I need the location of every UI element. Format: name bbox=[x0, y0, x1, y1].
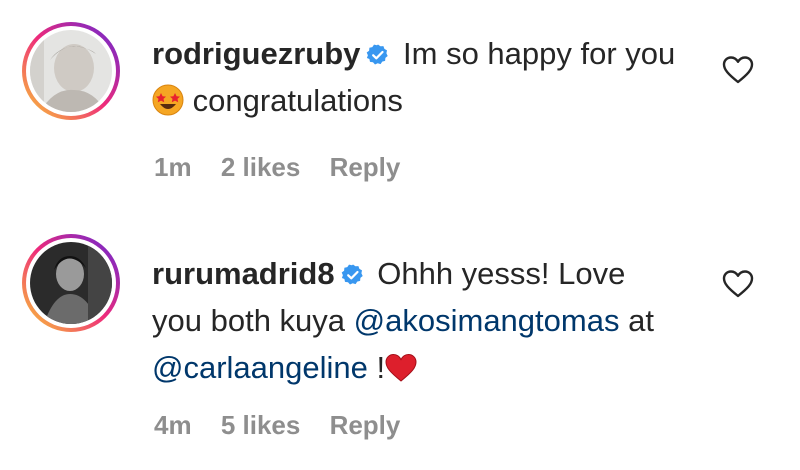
comment-meta: 4m 5 likes Reply bbox=[154, 410, 422, 441]
verified-badge-icon bbox=[341, 253, 365, 285]
comment-likes[interactable]: 2 likes bbox=[221, 152, 301, 182]
comment-text: Im so happy for you bbox=[403, 36, 676, 71]
username[interactable]: rodriguezruby bbox=[152, 36, 360, 71]
comment-time[interactable]: 4m bbox=[154, 410, 192, 440]
comment-meta: 1m 2 likes Reply bbox=[154, 152, 422, 183]
reply-button[interactable]: Reply bbox=[330, 410, 401, 440]
comment-time[interactable]: 1m bbox=[154, 152, 192, 182]
mention-link[interactable]: @akosimangtomas bbox=[354, 303, 620, 338]
comment-item: rodriguezruby Im so happy for you congra… bbox=[0, 0, 800, 230]
comment-text-tail: congratulations bbox=[184, 83, 403, 118]
comment-text: at bbox=[628, 303, 654, 338]
mention-link[interactable]: @carlaangeline bbox=[152, 350, 368, 385]
avatar bbox=[30, 30, 112, 112]
reply-button[interactable]: Reply bbox=[330, 152, 401, 182]
like-heart-icon[interactable] bbox=[716, 262, 760, 306]
verified-badge-icon bbox=[366, 33, 390, 65]
comment-item: rurumadrid8 Ohhh yesss! Love you both ku… bbox=[0, 230, 800, 470]
comment-text: ! bbox=[376, 350, 386, 385]
like-heart-icon[interactable] bbox=[716, 48, 760, 92]
comment-body: rurumadrid8 Ohhh yesss! Love you both ku… bbox=[152, 250, 682, 391]
username[interactable]: rurumadrid8 bbox=[152, 256, 335, 291]
avatar-gap bbox=[26, 26, 116, 116]
avatar-gap bbox=[26, 238, 116, 328]
comment-likes[interactable]: 5 likes bbox=[221, 410, 301, 440]
avatar-story-ring[interactable] bbox=[22, 234, 120, 332]
avatar bbox=[30, 242, 112, 324]
star-struck-emoji-icon bbox=[152, 82, 184, 116]
avatar-story-ring[interactable] bbox=[22, 22, 120, 120]
comment-body: rodriguezruby Im so happy for you congra… bbox=[152, 30, 682, 124]
red-heart-emoji-icon bbox=[385, 349, 417, 382]
